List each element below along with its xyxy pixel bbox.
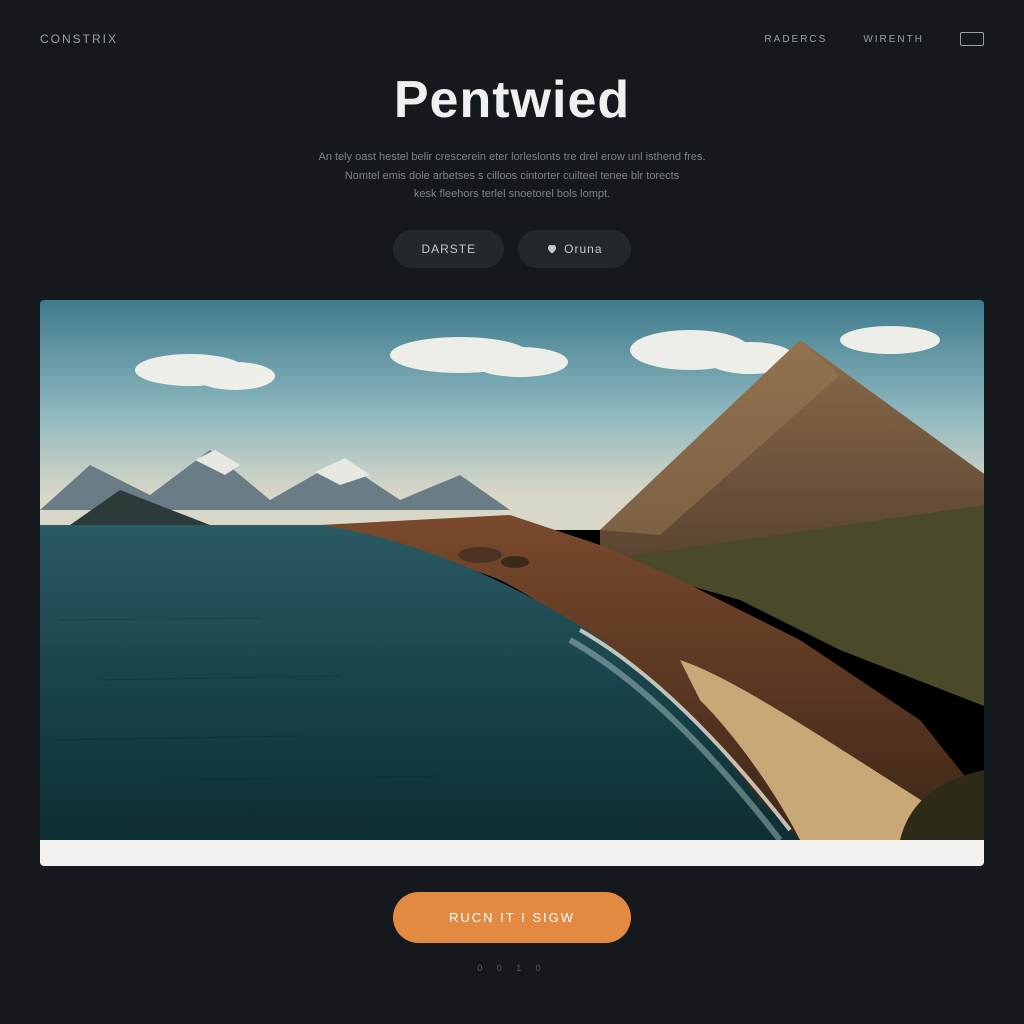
landscape-image bbox=[40, 300, 984, 840]
nav-right: RADERCS WIRENTH bbox=[764, 32, 984, 46]
subtitle-line-2: Nomtel emis dole arbetses s cilloos cint… bbox=[345, 170, 679, 182]
image-caption-bar bbox=[40, 840, 984, 866]
hero: Pentwied An tely oast hestel belir cresc… bbox=[0, 70, 1024, 268]
hero-image-card bbox=[40, 300, 984, 866]
hero-subtitle: An tely oast hestel belir crescerein ete… bbox=[232, 148, 792, 204]
cta-button[interactable]: RUCN IT I SIGW bbox=[393, 892, 631, 943]
page-title: Pentwied bbox=[120, 70, 904, 130]
top-nav: CONSTRIX RADERCS WIRENTH bbox=[0, 0, 1024, 46]
menu-icon[interactable] bbox=[960, 32, 984, 46]
primary-button-label: DARSTE bbox=[421, 242, 476, 256]
subtitle-line-3: kesk fleehors terlel snoetorel bols lomp… bbox=[414, 188, 610, 200]
primary-button[interactable]: DARSTE bbox=[393, 230, 504, 268]
nav-link-2[interactable]: WIRENTH bbox=[863, 34, 924, 45]
nav-link-1[interactable]: RADERCS bbox=[764, 34, 827, 45]
heart-icon bbox=[546, 243, 558, 255]
secondary-button[interactable]: Oruna bbox=[518, 230, 630, 268]
pagination-dots[interactable]: 0 0 1 0 bbox=[0, 963, 1024, 973]
hero-button-row: DARSTE Oruna bbox=[120, 230, 904, 268]
brand-logo[interactable]: CONSTRIX bbox=[40, 32, 118, 46]
secondary-button-label: Oruna bbox=[564, 242, 602, 256]
subtitle-line-1: An tely oast hestel belir crescerein ete… bbox=[318, 151, 705, 163]
